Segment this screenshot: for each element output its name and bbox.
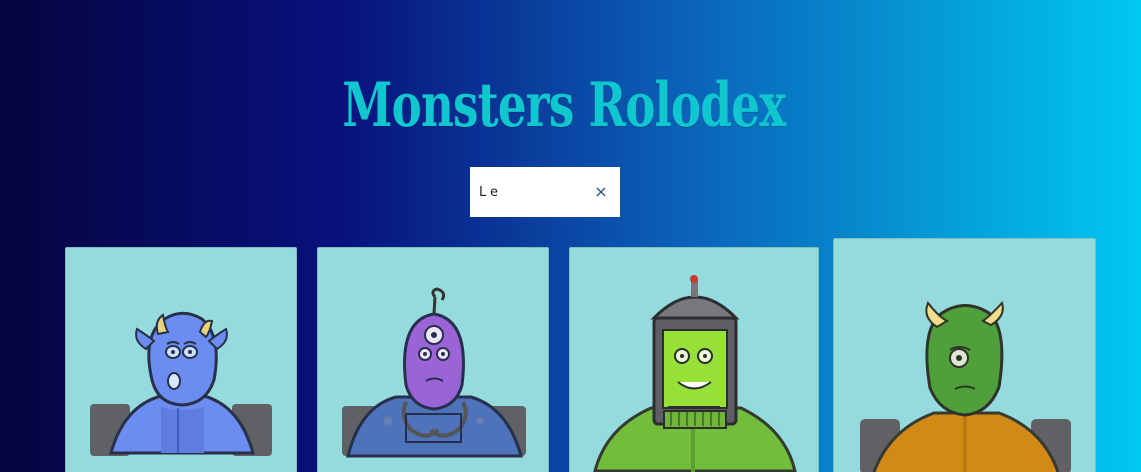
monster-card[interactable] [65,247,297,472]
search-input[interactable] [479,180,584,204]
monster-green-horned-image [860,301,1071,472]
monster-blue-image [90,311,272,456]
monster-card[interactable] [569,247,819,472]
monster-card[interactable] [317,247,549,472]
close-icon[interactable]: × [594,183,608,201]
monster-purple-image [342,287,526,458]
monster-card[interactable] [833,238,1096,472]
search-box[interactable]: × [470,167,620,217]
page-title: Monsters Rolodex [342,69,786,141]
monster-green-robot-image [593,275,797,472]
